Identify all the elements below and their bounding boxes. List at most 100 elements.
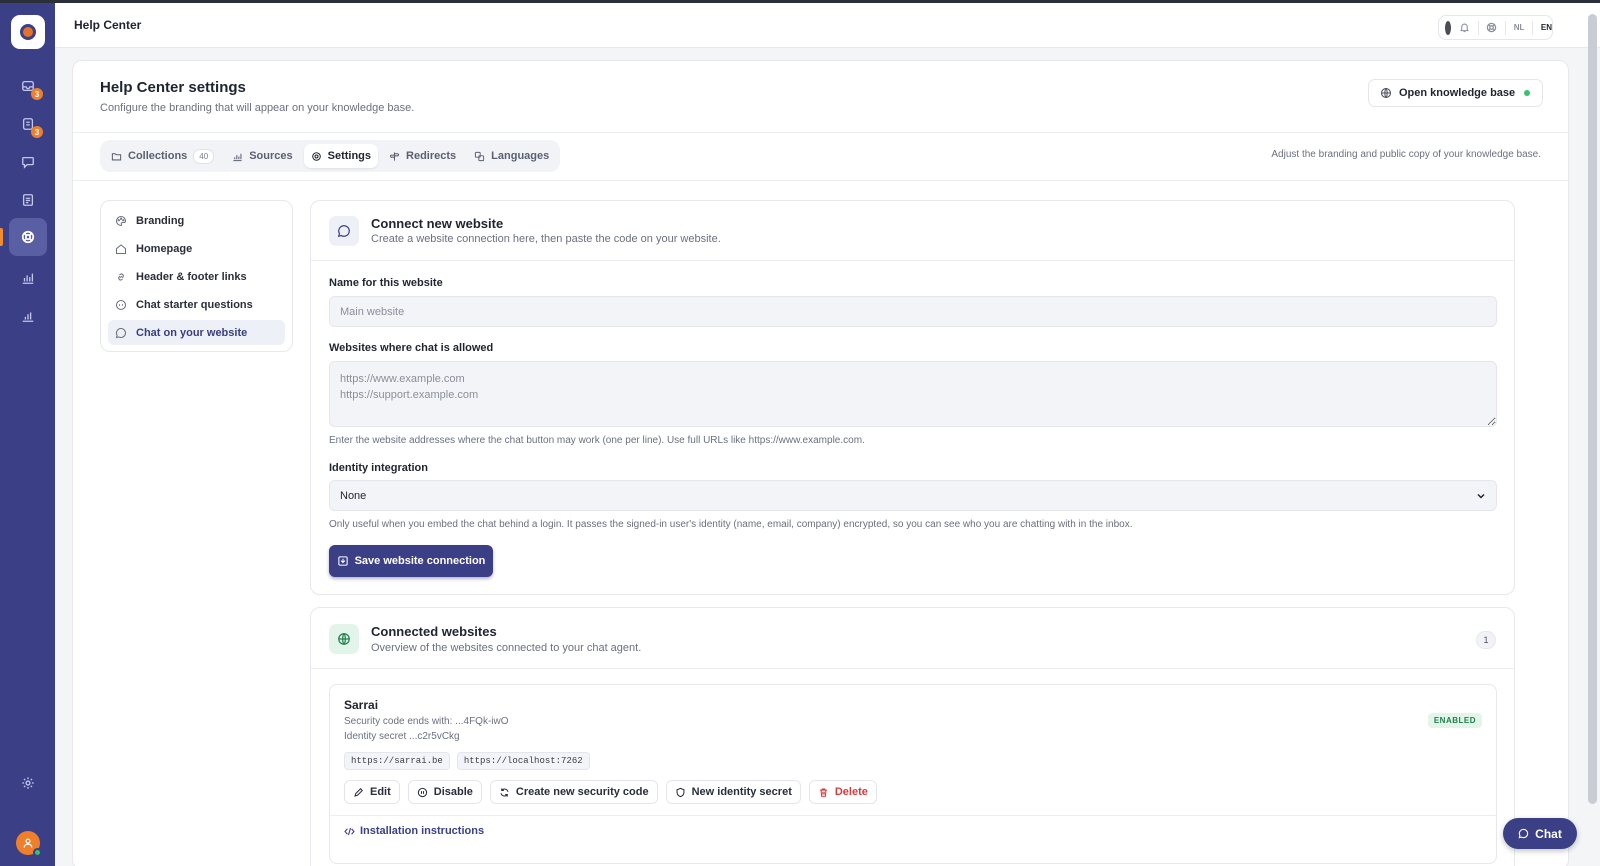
rail-help-center-button[interactable] (9, 218, 47, 256)
domain-chip: https://sarrai.be (344, 752, 450, 770)
sidebar-item-label: Header & footer links (136, 270, 247, 283)
notifications-button[interactable] (1459, 22, 1470, 33)
language-en[interactable]: EN (1541, 23, 1552, 32)
chevron-down-icon (1477, 493, 1485, 499)
tab-redirects[interactable]: Redirects (382, 144, 463, 168)
language-nl[interactable]: NL (1514, 23, 1525, 32)
identity-integration-select[interactable]: None (329, 480, 1497, 511)
settings-sidebar: Branding Homepage Header & footer links … (100, 200, 293, 352)
connected-count-badge: 1 (1476, 631, 1496, 649)
app-logo[interactable] (11, 15, 45, 49)
collections-count-badge: 40 (193, 148, 215, 164)
save-button-label: Save website connection (354, 555, 486, 567)
home-icon (115, 243, 127, 254)
signpost-icon (389, 151, 400, 161)
delete-button[interactable]: Delete (808, 780, 877, 804)
delete-label: Delete (834, 786, 868, 798)
tabs-row: Collections 40 Sources Settings Redirect… (73, 133, 1568, 181)
status-badge: ENABLED (1427, 713, 1482, 728)
user-icon (23, 838, 33, 848)
rail-settings-button[interactable] (15, 770, 41, 796)
allowed-websites-label: Websites where chat is allowed (329, 342, 494, 354)
identity-integration-value: None (340, 489, 367, 502)
card-header: Connected websites Overview of the websi… (311, 608, 1514, 669)
rail-documents-button[interactable] (15, 187, 41, 213)
rail-analytics-button[interactable] (15, 303, 41, 329)
chat-bubble-icon (337, 225, 350, 238)
bar-chart-icon (233, 153, 242, 161)
new-identity-secret-button[interactable]: New identity secret (665, 780, 801, 804)
user-avatar[interactable] (16, 831, 42, 857)
save-icon (337, 556, 348, 566)
allowed-websites-textarea[interactable] (329, 361, 1497, 427)
website-name-label: Name for this website (329, 277, 443, 289)
pencil-icon (354, 787, 364, 797)
help-center-icon (21, 230, 35, 244)
logo-mark (20, 24, 36, 40)
code-icon (344, 827, 355, 835)
sidebar-item-branding[interactable]: Branding (108, 208, 285, 233)
card-subtitle: Overview of the websites connected to yo… (371, 642, 642, 654)
rail-tasks-button[interactable]: 3 (15, 111, 43, 138)
refresh-icon (500, 787, 509, 797)
help-button[interactable] (1486, 22, 1497, 33)
save-website-connection-button[interactable]: Save website connection (329, 545, 493, 577)
shield-icon (676, 787, 685, 797)
page-scrollbar[interactable] (1588, 14, 1597, 804)
disable-button[interactable]: Disable (407, 780, 482, 804)
sidebar-item-label: Homepage (136, 242, 193, 255)
analytics-icon (22, 312, 34, 322)
installation-section: Installation instructions (330, 815, 1496, 837)
website-name-input[interactable] (329, 296, 1497, 327)
card-title: Connected websites (371, 624, 497, 639)
pause-circle-icon (417, 787, 427, 797)
site-name: Sarrai (344, 698, 379, 712)
connected-websites-card: Connected websites Overview of the websi… (310, 607, 1515, 866)
tabs-hint-text: Adjust the branding and public copy of y… (1271, 149, 1541, 160)
sidebar-item-label: Chat starter questions (136, 298, 253, 311)
tab-label: Collections (128, 150, 188, 162)
header-title: Help Center (74, 18, 142, 32)
rail-active-indicator (0, 228, 3, 246)
edit-label: Edit (370, 786, 391, 798)
top-header: Help Center NL EN (55, 3, 1600, 48)
tab-sources[interactable]: Sources (225, 144, 299, 168)
allowed-websites-help: Enter the website addresses where the ch… (329, 435, 865, 446)
theme-toggle[interactable] (1445, 20, 1451, 35)
tab-label: Sources (249, 150, 293, 162)
create-security-code-button[interactable]: Create new security code (489, 780, 658, 804)
chat-launcher-button[interactable]: Chat (1503, 818, 1577, 849)
tab-settings[interactable]: Settings (303, 144, 379, 168)
chart-icon (22, 273, 34, 284)
folder-icon (111, 152, 122, 160)
create-security-code-label: Create new security code (515, 786, 649, 798)
card-title: Connect new website (371, 216, 504, 231)
tab-label: Settings (327, 150, 372, 162)
tab-collections[interactable]: Collections 40 (104, 144, 221, 168)
left-nav-rail: 3 3 (0, 3, 55, 866)
page-subtitle: Configure the branding that will appear … (100, 102, 415, 114)
chat-icon (22, 156, 34, 169)
settings-panel: Help Center settings Configure the brand… (72, 60, 1569, 866)
chat-bubble-icon (115, 327, 126, 338)
installation-instructions-link[interactable]: Installation instructions (344, 825, 484, 837)
panel-header: Help Center settings Configure the brand… (73, 61, 1568, 133)
open-knowledge-base-button[interactable]: Open knowledge base (1368, 79, 1543, 107)
live-status-dot (1524, 90, 1531, 96)
rail-inbox-button[interactable]: 3 (15, 73, 43, 100)
connect-website-card: Connect new website Create a website con… (310, 200, 1515, 595)
edit-button[interactable]: Edit (344, 780, 400, 804)
sidebar-item-homepage[interactable]: Homepage (108, 236, 285, 261)
header-tools: NL EN (1438, 15, 1553, 40)
connected-site-item: Sarrai Security code ends with: ...4FQk-… (329, 684, 1497, 864)
sidebar-item-chat-starter-questions[interactable]: Chat starter questions (108, 292, 285, 317)
card-icon-box (329, 624, 359, 654)
online-status-dot (33, 848, 42, 857)
disable-label: Disable (433, 786, 473, 798)
gear-icon (22, 777, 34, 789)
sidebar-item-chat-on-your-website[interactable]: Chat on your website (108, 320, 285, 345)
tab-languages[interactable]: Languages (467, 144, 556, 168)
rail-reports-button[interactable] (15, 265, 41, 291)
sidebar-item-header-footer-links[interactable]: Header & footer links (108, 264, 285, 289)
rail-chat-button[interactable] (15, 149, 41, 175)
